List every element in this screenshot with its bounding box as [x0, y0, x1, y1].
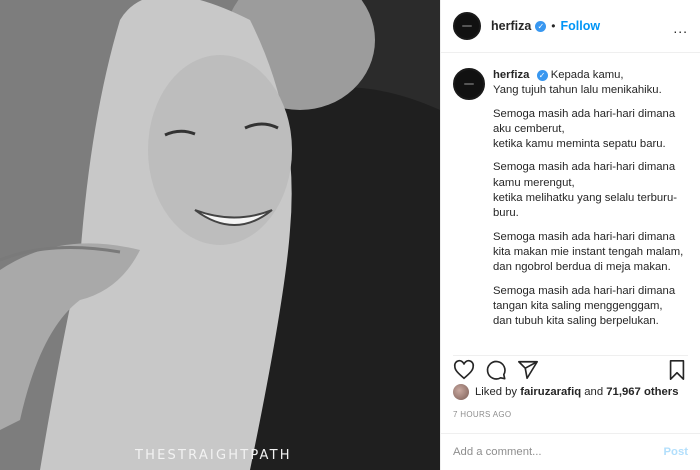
follow-button[interactable]: Follow — [561, 19, 601, 33]
more-options-button[interactable]: ... — [673, 20, 688, 36]
caption-verified-badge-icon: ✓ — [536, 70, 548, 82]
comment-box: Add a comment... Post — [441, 433, 700, 470]
header-separator: • — [551, 19, 556, 33]
post-timestamp[interactable]: 7 HOURS AGO — [453, 410, 511, 419]
caption-username[interactable]: herfiza — [493, 69, 529, 81]
caption-paragraph: Semoga masih ada hari-hari dimana kita m… — [493, 230, 684, 274]
post-side-panel: herfiza ✓ • Follow ... herfiza ✓ Kepada … — [440, 0, 700, 470]
caption-paragraph: herfiza ✓ Kepada kamu, Yang tujuh tahun … — [493, 68, 692, 99]
caption-text: herfiza ✓ Kepada kamu, Yang tujuh tahun … — [493, 68, 692, 337]
likes-middle: and — [584, 386, 604, 398]
caption-paragraph: Semoga masih ada hari-hari dimana aku ce… — [493, 107, 676, 151]
caption-avatar[interactable] — [453, 68, 485, 100]
comment-input[interactable]: Add a comment... — [453, 446, 664, 458]
likes-prefix: Liked by — [475, 386, 518, 398]
likes-count[interactable]: 71,967 others — [606, 386, 678, 398]
share-icon[interactable] — [517, 359, 539, 381]
likes-summary: Liked by fairuzarafiq and 71,967 others — [453, 384, 692, 400]
liker-avatar[interactable] — [453, 384, 469, 400]
caption-paragraph: Semoga masih ada hari-hari dimana tangan… — [493, 284, 676, 328]
post-photo[interactable]: THESTRAIGHTPATH — [0, 0, 440, 470]
post-comment-button[interactable]: Post — [664, 446, 688, 458]
header-username[interactable]: herfiza — [491, 19, 531, 33]
profile-avatar[interactable] — [453, 12, 481, 40]
liker-username[interactable]: fairuzarafiq — [520, 386, 581, 398]
caption-paragraph: Semoga masih ada hari-hari dimana kamu m… — [493, 161, 677, 220]
photo-watermark: THESTRAIGHTPATH — [135, 448, 292, 463]
post-header: herfiza ✓ • Follow ... — [441, 0, 700, 53]
post-caption: herfiza ✓ Kepada kamu, Yang tujuh tahun … — [453, 68, 692, 350]
comment-icon[interactable] — [485, 359, 507, 381]
verified-badge-icon: ✓ — [535, 20, 547, 32]
bookmark-icon[interactable] — [666, 359, 688, 381]
heart-icon[interactable] — [453, 359, 475, 381]
photo-illustration — [0, 0, 440, 470]
instagram-post: THESTRAIGHTPATH herfiza ✓ • Follow ... h… — [0, 0, 700, 470]
